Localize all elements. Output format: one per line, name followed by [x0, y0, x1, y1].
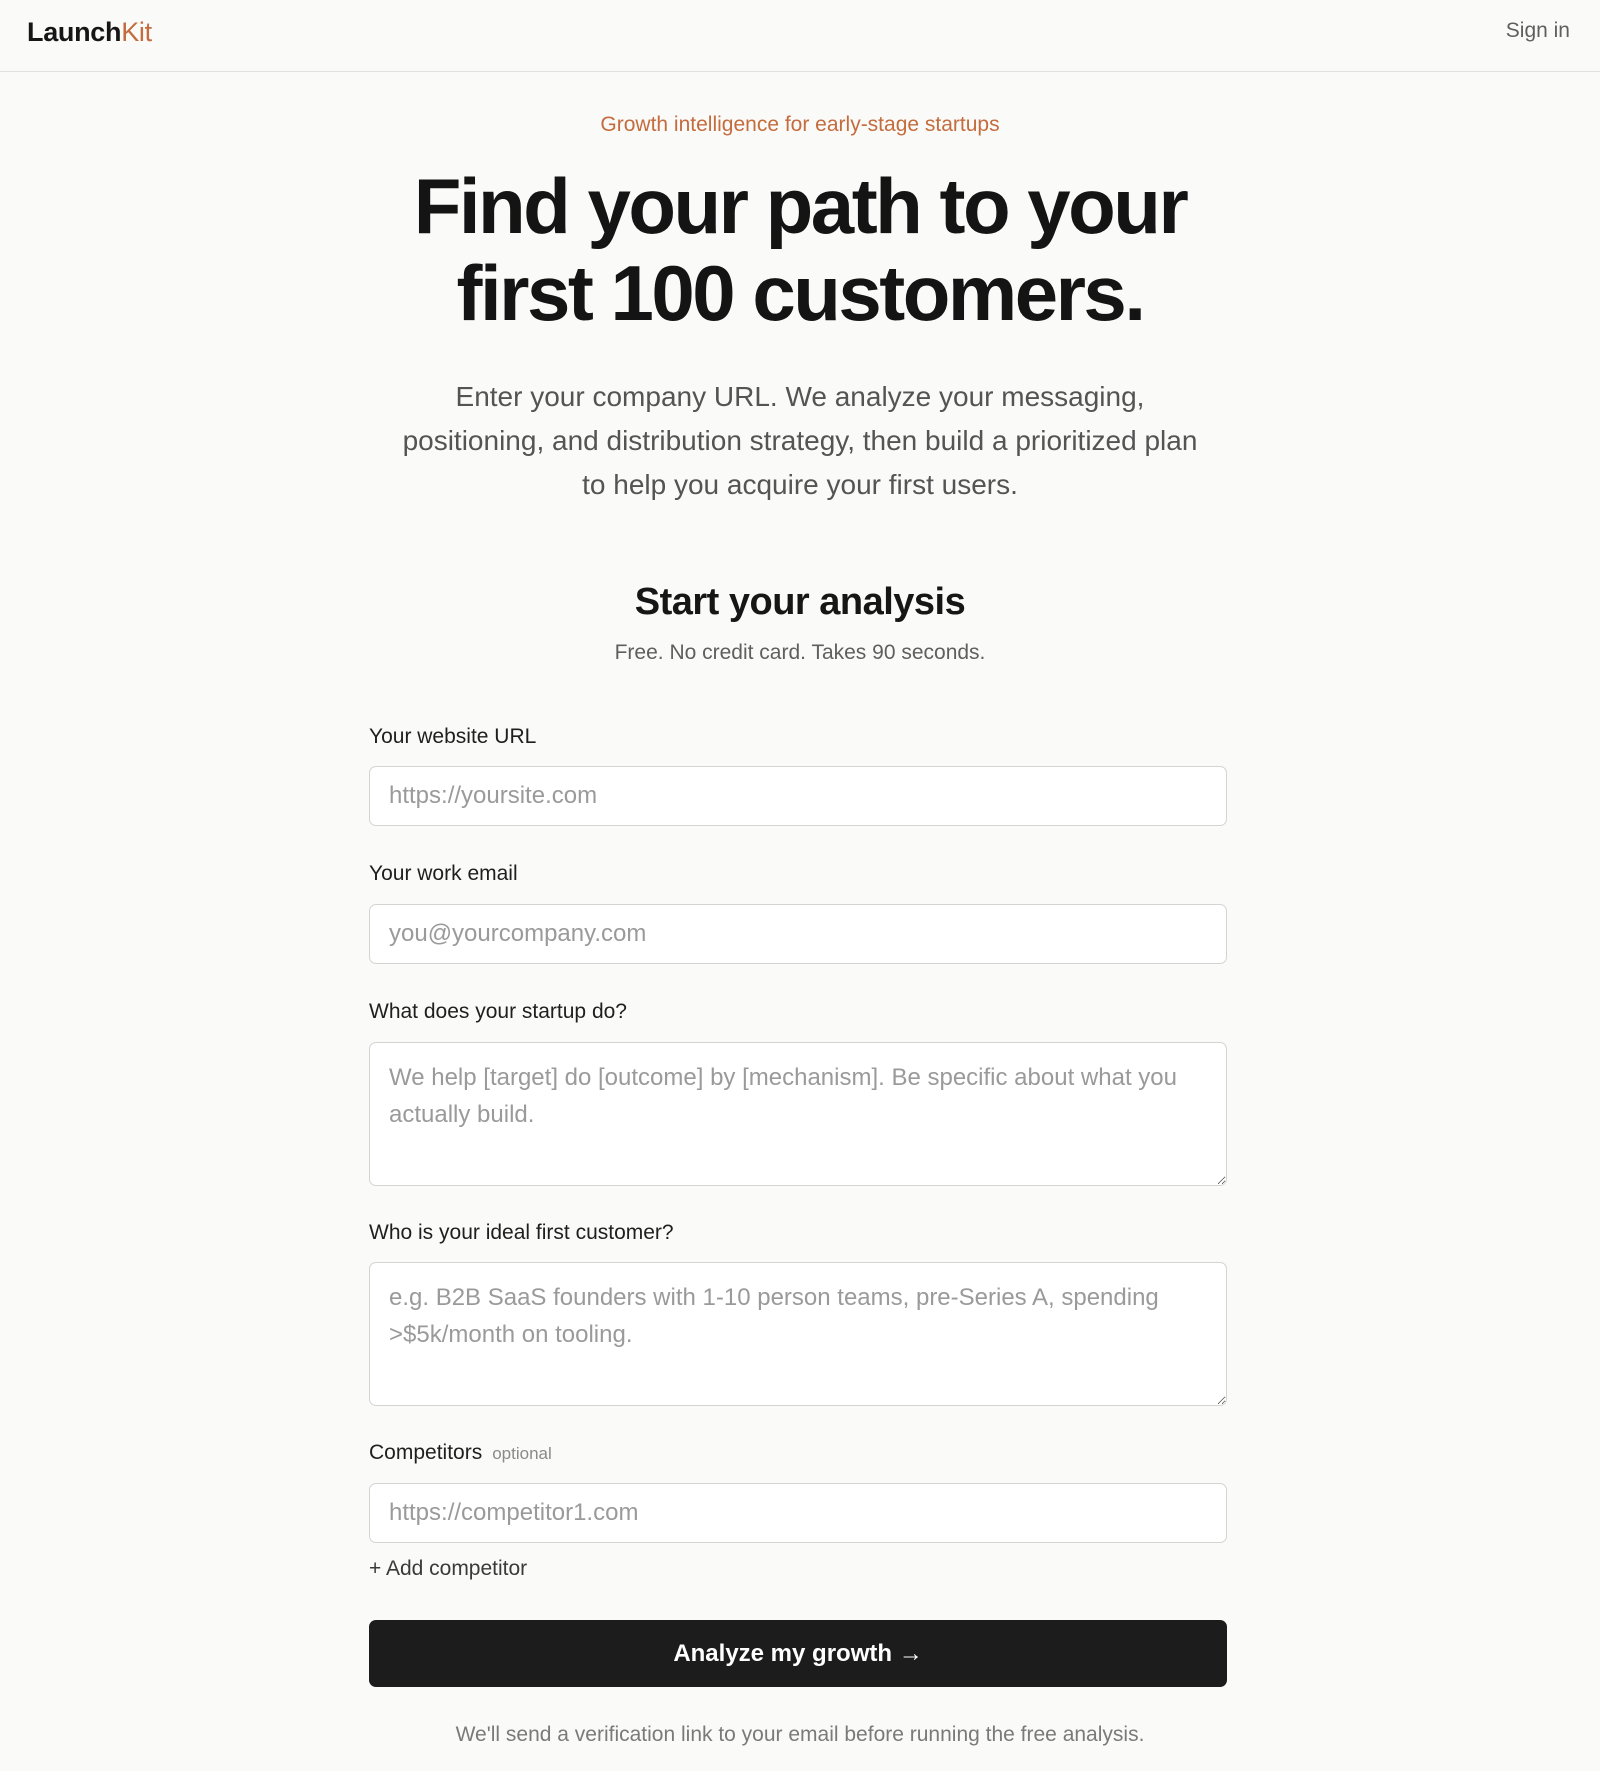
hero-title: Find your path to your first 100 custome…: [300, 163, 1300, 337]
add-competitor-link[interactable]: + Add competitor: [369, 1556, 527, 1582]
hero-title-line-1: Find your path to your: [413, 162, 1189, 250]
competitors-label-text: Competitors: [369, 1441, 483, 1464]
hero-eyebrow: Growth intelligence for early-stage star…: [600, 113, 1000, 136]
hero-subtitle: Enter your company URL. We analyze your …: [402, 381, 1198, 500]
form-title: Start your analysis: [634, 581, 966, 623]
analyze-growth-button[interactable]: Analyze my growth →: [369, 1620, 1227, 1687]
startup-description-label: What does your startup do?: [369, 1000, 627, 1023]
work-email-label: Your work email: [369, 862, 518, 885]
brand-name-primary: Launch: [27, 17, 122, 47]
optional-tag: optional: [492, 1444, 552, 1463]
form-subtitle: Free. No credit card. Takes 90 seconds.: [614, 641, 986, 664]
website-url-input[interactable]: [369, 766, 1227, 826]
ideal-customer-label: Who is your ideal first customer?: [369, 1221, 674, 1244]
ideal-customer-textarea[interactable]: [369, 1262, 1227, 1406]
top-navbar: LaunchKit Sign in: [0, 0, 1600, 72]
competitor-url-input[interactable]: [369, 1483, 1227, 1543]
website-url-label: Your website URL: [369, 725, 537, 748]
verification-footnote: We'll send a verification link to your e…: [455, 1723, 1145, 1746]
work-email-input[interactable]: [369, 904, 1227, 964]
startup-description-textarea[interactable]: [369, 1042, 1227, 1186]
brand-logo[interactable]: LaunchKit: [27, 15, 152, 49]
hero-title-line-2: first 100 customers.: [456, 249, 1146, 337]
sign-in-link[interactable]: Sign in: [1506, 17, 1570, 45]
competitors-label: Competitors optional: [369, 1440, 552, 1467]
brand-name-accent: Kit: [121, 17, 152, 47]
